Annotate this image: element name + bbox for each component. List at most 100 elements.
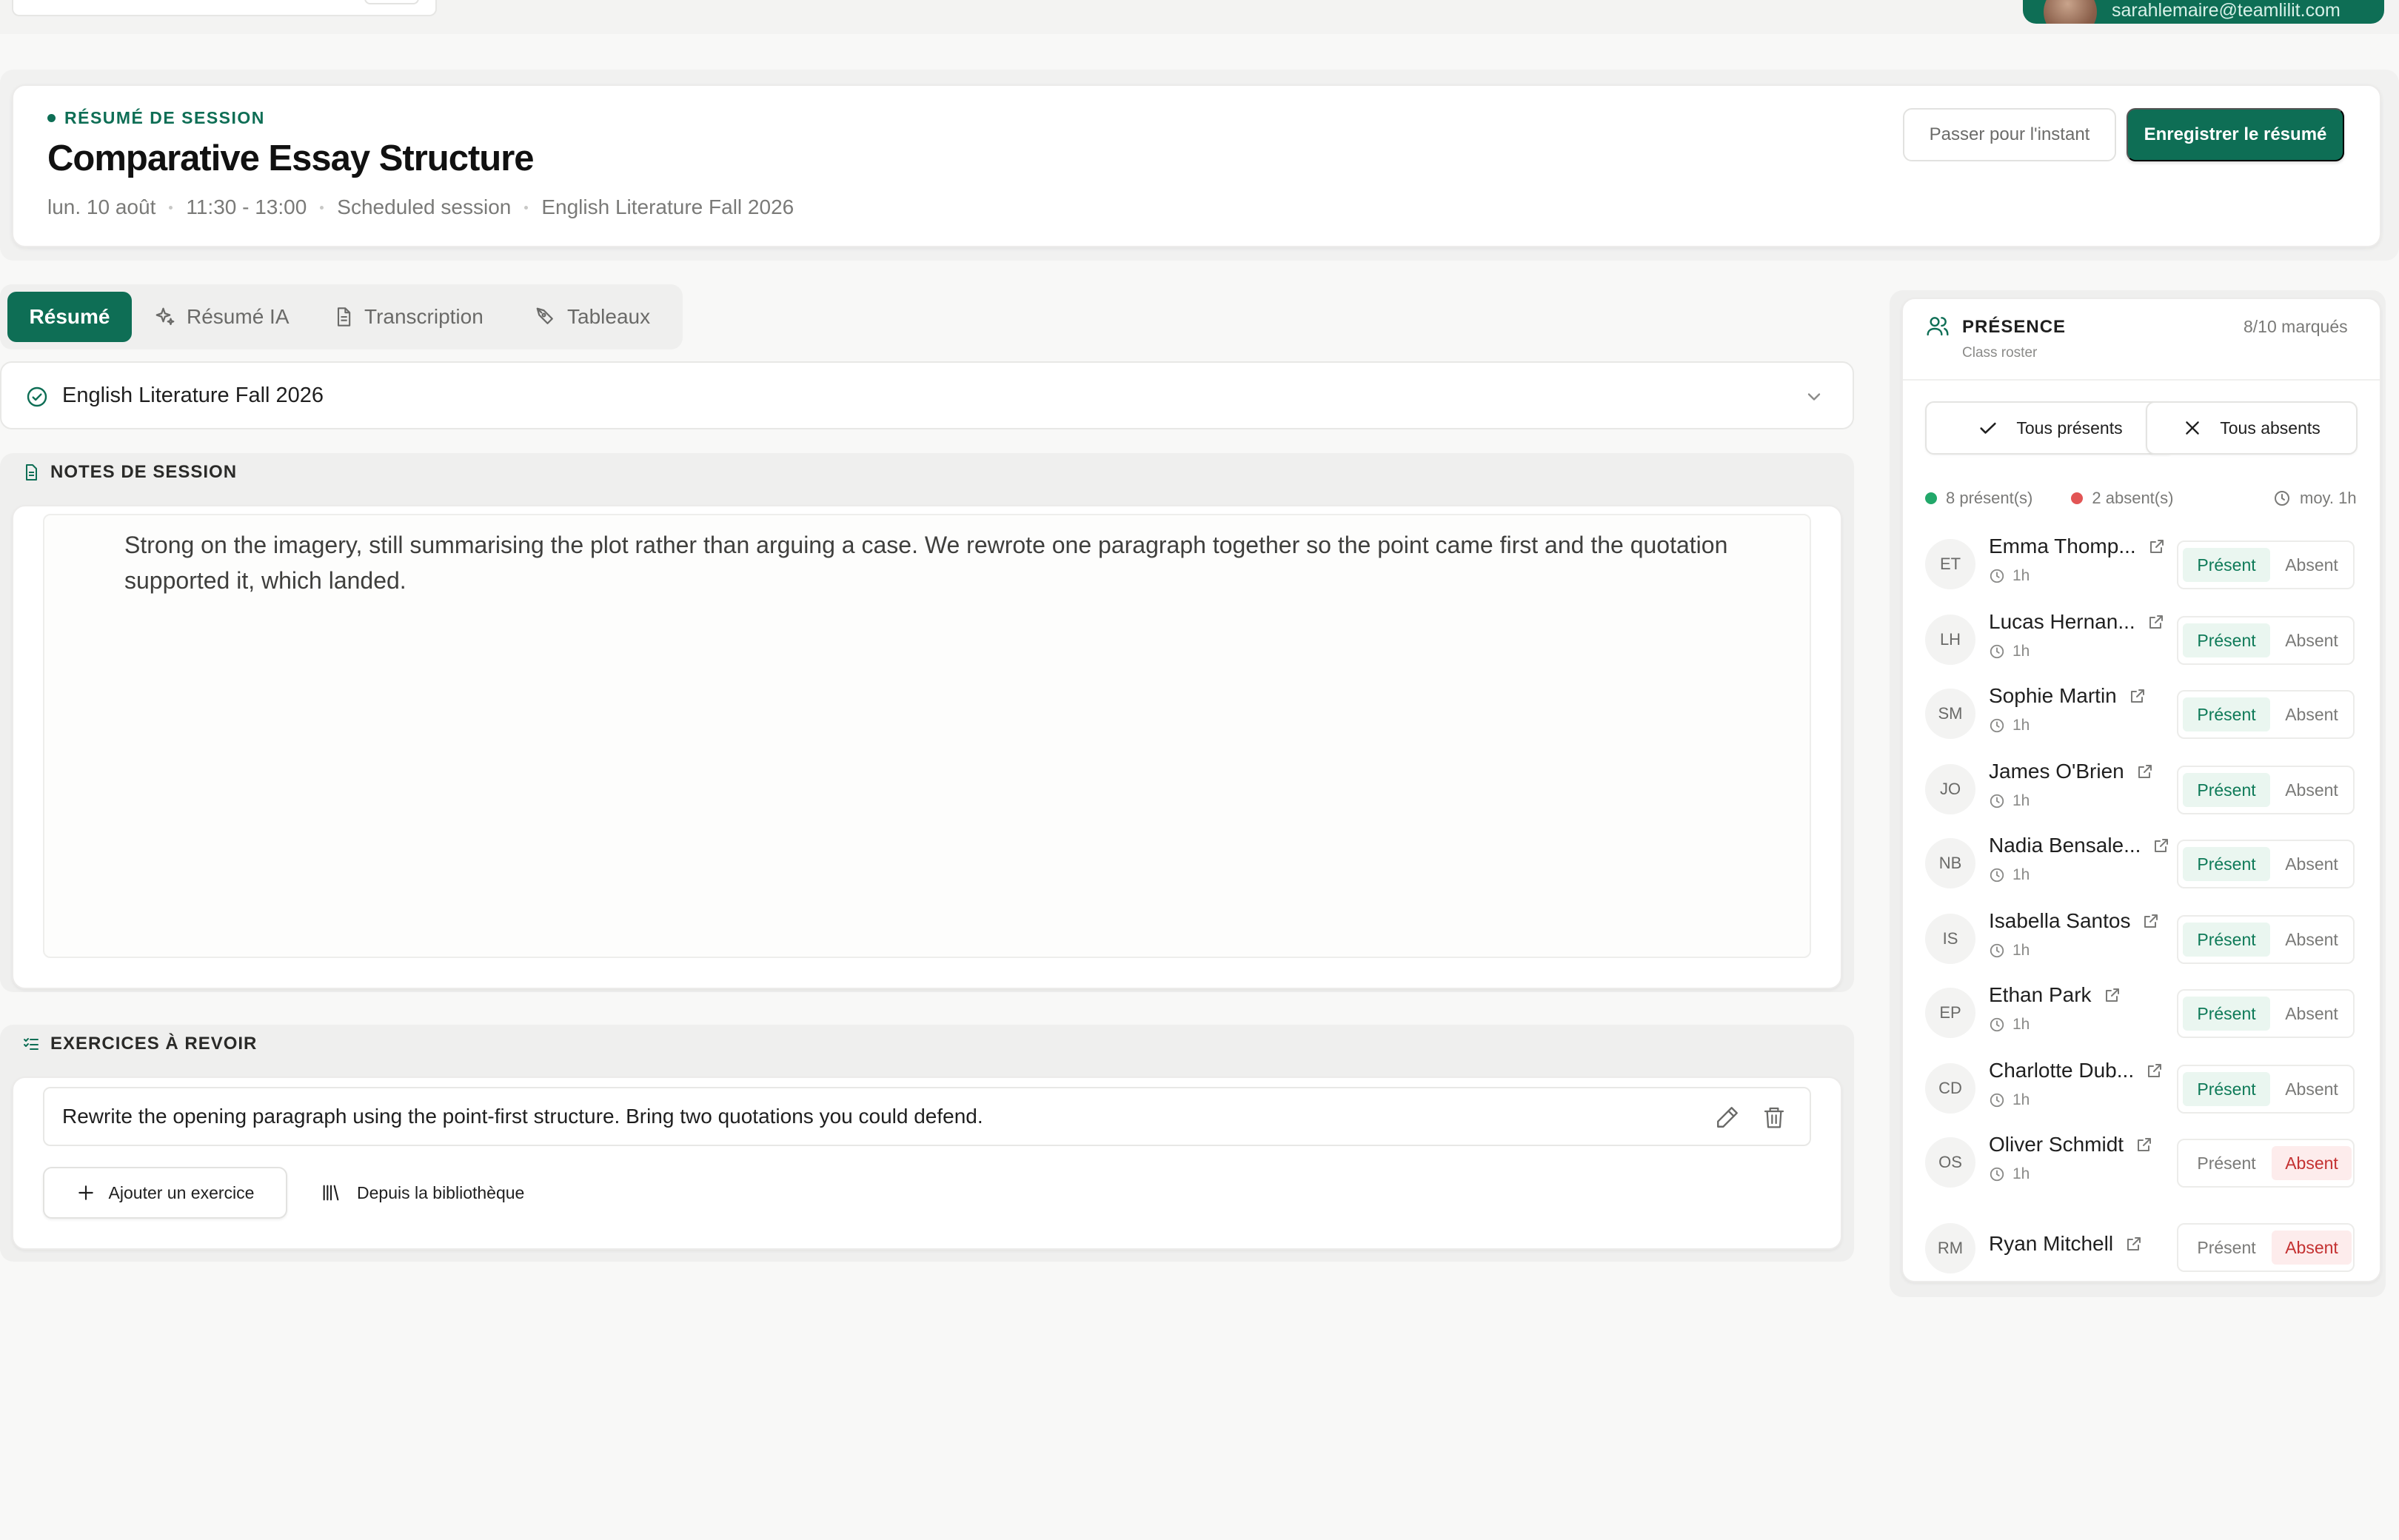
absent-toggle[interactable]: Absent <box>2272 548 2352 582</box>
clock-icon <box>2273 489 2291 507</box>
student-row: ET Emma Thomp... 1h Présent Absent <box>1925 532 2355 603</box>
student-name: James O'Brien <box>1989 760 2124 783</box>
student-initials: EP <box>1925 988 1975 1038</box>
tab-tableaux[interactable]: Tableaux <box>535 292 650 342</box>
all-absent-button[interactable]: Tous absents <box>2146 401 2358 455</box>
external-link-icon[interactable] <box>2135 1136 2153 1154</box>
library-icon <box>320 1182 342 1203</box>
absent-toggle[interactable]: Absent <box>2272 623 2352 657</box>
attendance-toggle: Présent Absent <box>2177 989 2355 1038</box>
all-present-button[interactable]: Tous présents <box>1925 401 2175 455</box>
skip-button[interactable]: Passer pour l'instant <box>1903 108 2116 161</box>
user-menu[interactable]: sarahlemaire@teamlilit.com <box>2023 0 2384 24</box>
course-select-value: English Literature Fall 2026 <box>62 384 324 407</box>
student-name: Lucas Hernan... <box>1989 610 2135 633</box>
student-name: Nadia Bensale... <box>1989 834 2141 857</box>
attendance-toggle: Présent Absent <box>2177 840 2355 888</box>
library-button[interactable]: Depuis la bibliothèque <box>320 1167 524 1219</box>
duration-value: 1h <box>2012 717 2030 734</box>
absent-toggle[interactable]: Absent <box>2272 847 2352 881</box>
student-duration: 1h <box>1989 1016 2030 1034</box>
student-name-link[interactable]: Nadia Bensale... <box>1989 834 2170 857</box>
student-name-link[interactable]: Ryan Mitchell <box>1989 1232 2143 1256</box>
clock-icon <box>1989 793 2005 809</box>
student-name-link[interactable]: Isabella Santos <box>1989 909 2160 933</box>
student-initials: SM <box>1925 689 1975 739</box>
student-name: Isabella Santos <box>1989 909 2131 932</box>
student-duration: 1h <box>1989 643 2030 660</box>
external-link-icon[interactable] <box>2148 538 2166 555</box>
chevron-down-icon <box>1804 386 1824 407</box>
absent-count: 2 absent(s) <box>2092 489 2174 507</box>
duration-value: 1h <box>2012 643 2030 660</box>
present-toggle[interactable]: Présent <box>2183 1146 2270 1180</box>
absent-toggle[interactable]: Absent <box>2272 697 2352 732</box>
external-link-icon[interactable] <box>2147 613 2165 631</box>
student-row: EP Ethan Park 1h Présent Absent <box>1925 980 2355 1051</box>
present-toggle[interactable]: Présent <box>2183 773 2270 807</box>
marked-count: 8/10 marqués <box>2244 317 2348 336</box>
clock-icon <box>1989 643 2005 660</box>
external-link-icon[interactable] <box>2152 837 2170 854</box>
present-toggle[interactable]: Présent <box>2183 997 2270 1031</box>
pencil-icon[interactable] <box>1715 1105 1740 1130</box>
present-toggle[interactable]: Présent <box>2183 1231 2270 1265</box>
absent-toggle[interactable]: Absent <box>2272 923 2352 957</box>
session-time: 11:30 - 13:00 <box>186 195 307 218</box>
duration-value: 1h <box>2012 792 2030 809</box>
external-link-icon[interactable] <box>2104 986 2121 1004</box>
plus-icon <box>76 1183 96 1202</box>
duration-value: 1h <box>2012 1165 2030 1182</box>
student-name: Ethan Park <box>1989 983 2092 1006</box>
external-link-icon[interactable] <box>2125 1235 2143 1253</box>
present-toggle[interactable]: Présent <box>2183 548 2270 582</box>
users-icon <box>1925 314 1950 338</box>
notes-heading: NOTES DE SESSION <box>22 462 237 483</box>
external-link-icon[interactable] <box>2146 1062 2164 1079</box>
shortcut-hint <box>364 0 419 4</box>
duration-value: 1h <box>2012 1091 2030 1108</box>
student-name-link[interactable]: Lucas Hernan... <box>1989 610 2165 634</box>
present-toggle[interactable]: Présent <box>2183 697 2270 732</box>
student-name-link[interactable]: James O'Brien <box>1989 760 2154 783</box>
meta-separator <box>169 205 173 210</box>
student-name-link[interactable]: Emma Thomp... <box>1989 535 2166 558</box>
tab-transcription[interactable]: Transcription <box>333 292 484 342</box>
absent-toggle[interactable]: Absent <box>2272 1072 2352 1106</box>
external-link-icon[interactable] <box>2136 763 2154 780</box>
attendance-stats: 8 présent(s) 2 absent(s) <box>1925 489 2173 508</box>
student-row: RM Ryan Mitchell Présent Absent <box>1925 1214 2355 1285</box>
sparkles-icon <box>154 306 176 328</box>
student-name-link[interactable]: Charlotte Dub... <box>1989 1059 2164 1082</box>
search-bar[interactable] <box>12 0 437 16</box>
student-name-link[interactable]: Oliver Schmidt <box>1989 1133 2153 1156</box>
eyebrow-label: RÉSUMÉ DE SESSION <box>64 108 265 127</box>
present-toggle[interactable]: Présent <box>2183 623 2270 657</box>
absent-toggle[interactable]: Absent <box>2272 1146 2352 1180</box>
trash-icon[interactable] <box>1762 1105 1786 1130</box>
absent-toggle[interactable]: Absent <box>2272 997 2352 1031</box>
notes-textarea[interactable]: Strong on the imagery, still summarising… <box>43 514 1811 958</box>
student-duration: 1h <box>1989 717 2030 734</box>
present-toggle[interactable]: Présent <box>2183 1072 2270 1106</box>
present-toggle[interactable]: Présent <box>2183 847 2270 881</box>
present-toggle[interactable]: Présent <box>2183 923 2270 957</box>
student-name-link[interactable]: Ethan Park <box>1989 983 2121 1007</box>
avatar <box>2044 0 2097 24</box>
absent-toggle[interactable]: Absent <box>2272 773 2352 807</box>
add-exercise-button[interactable]: Ajouter un exercice <box>43 1167 287 1219</box>
tab-resume[interactable]: Résumé <box>7 292 132 342</box>
save-summary-button[interactable]: Enregistrer le résumé <box>2127 108 2344 161</box>
tab-resume-ia[interactable]: Résumé IA <box>154 292 290 342</box>
student-name-link[interactable]: Sophie Martin <box>1989 684 2147 708</box>
tab-label: Transcription <box>364 305 484 328</box>
attendance-toggle: Présent Absent <box>2177 1139 2355 1188</box>
absent-dot <box>2071 492 2084 504</box>
course-select[interactable]: English Literature Fall 2026 <box>0 361 1854 429</box>
student-duration: 1h <box>1989 942 2030 960</box>
student-name: Sophie Martin <box>1989 684 2117 707</box>
external-link-icon[interactable] <box>2129 687 2147 705</box>
clock-icon <box>1989 943 2005 959</box>
external-link-icon[interactable] <box>2142 912 2160 930</box>
absent-toggle[interactable]: Absent <box>2272 1231 2352 1265</box>
